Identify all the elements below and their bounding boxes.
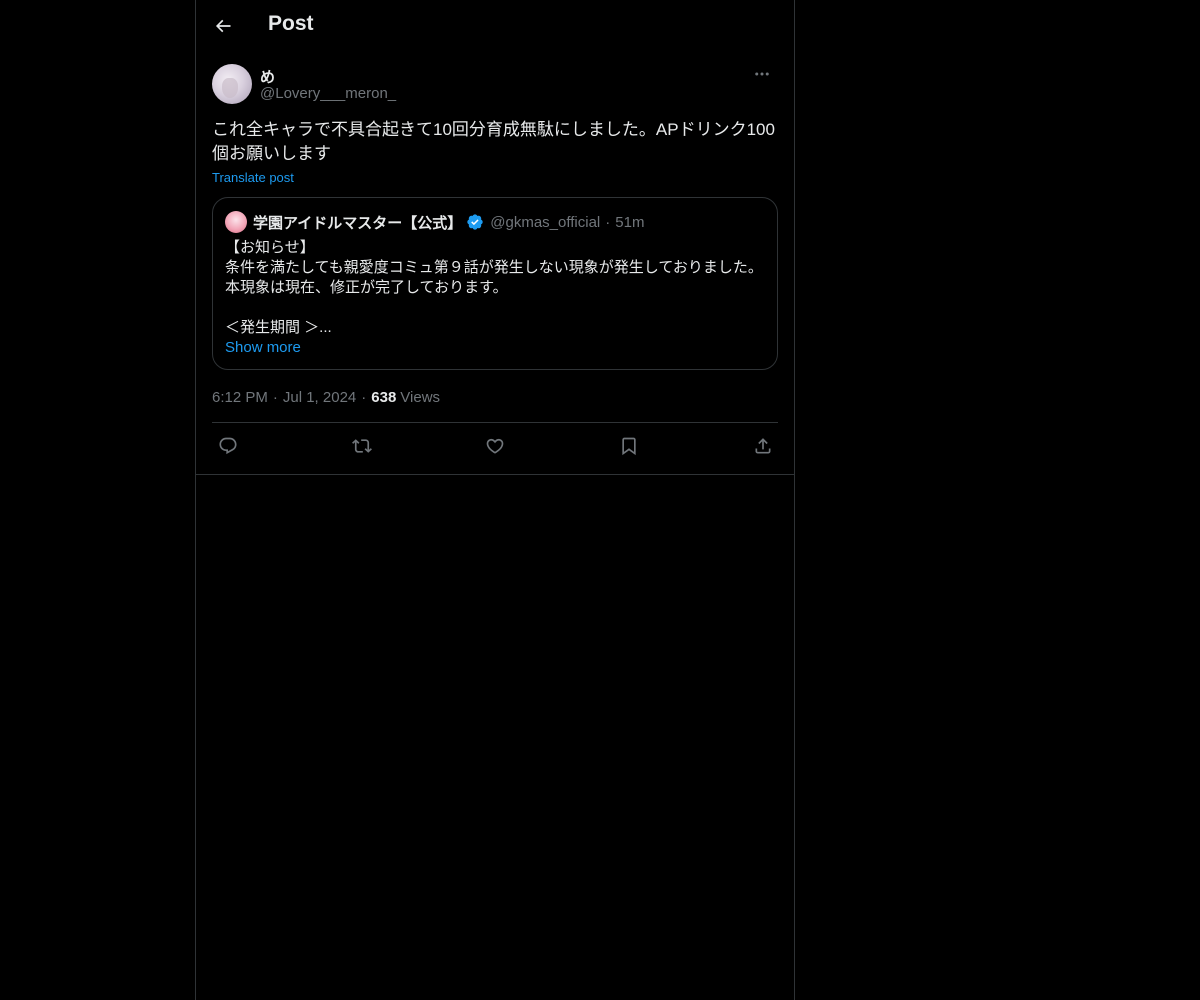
like-icon bbox=[485, 436, 505, 456]
bookmark-button[interactable] bbox=[618, 435, 640, 457]
post-text: これ全キャラで不具合起きて10回分育成無駄にしました。APドリンク100個お願い… bbox=[212, 120, 775, 163]
author-row: め @Lovery___meron_ bbox=[212, 64, 778, 110]
post-time[interactable]: 6:12 PM bbox=[212, 389, 268, 406]
share-button[interactable] bbox=[752, 435, 774, 457]
quote-text: 【お知らせ】 条件を満たしても親愛度コミュ第９話が発生しない現象が発生しておりま… bbox=[225, 238, 765, 338]
quote-line: 条件を満たしても親愛度コミュ第９話が発生しない現象が発生しておりました。 bbox=[225, 259, 763, 276]
quote-line: 【お知らせ】 bbox=[225, 239, 315, 256]
arrow-left-icon bbox=[213, 16, 233, 36]
views-label: Views bbox=[400, 388, 441, 406]
post-meta: 6:12 PM · Jul 1, 2024 · 638 Views bbox=[212, 387, 778, 407]
quote-avatar bbox=[225, 211, 247, 233]
timeline-column: Post め @Lovery___meron_ これ全キャラで不具合起きて10回… bbox=[195, 0, 795, 1000]
quote-timestamp[interactable]: 51m bbox=[615, 214, 644, 231]
divider bbox=[196, 474, 794, 475]
avatar[interactable] bbox=[212, 64, 252, 104]
bookmark-icon bbox=[619, 436, 639, 456]
quote-author-name: 学園アイドルマスター【公式】 bbox=[253, 214, 463, 232]
page-title: Post bbox=[268, 12, 314, 35]
action-bar bbox=[212, 423, 778, 470]
separator-dot: · bbox=[605, 213, 611, 231]
like-button[interactable] bbox=[484, 435, 506, 457]
repost-button[interactable] bbox=[351, 435, 373, 457]
separator-dot: · bbox=[272, 388, 278, 406]
author-name[interactable]: め bbox=[260, 66, 275, 87]
author-handle[interactable]: @Lovery___meron_ bbox=[260, 85, 396, 102]
quote-author-handle: @gkmas_official bbox=[490, 213, 601, 231]
post-date[interactable]: Jul 1, 2024 bbox=[283, 389, 356, 406]
views-count: 638 bbox=[371, 388, 397, 406]
translate-post-link[interactable]: Translate post bbox=[212, 170, 294, 185]
show-more-link[interactable]: Show more bbox=[225, 338, 301, 358]
separator-dot: · bbox=[361, 388, 367, 406]
verified-badge-icon bbox=[466, 213, 484, 231]
quote-header: 学園アイドルマスター【公式】 @gkmas_official · 51m bbox=[225, 210, 765, 234]
reply-icon bbox=[218, 436, 238, 456]
more-button[interactable] bbox=[746, 62, 778, 86]
quote-line bbox=[225, 298, 765, 318]
post-header: Post bbox=[196, 0, 794, 53]
repost-icon bbox=[352, 436, 372, 456]
quoted-post[interactable]: 学園アイドルマスター【公式】 @gkmas_official · 51m 【お知… bbox=[212, 197, 778, 370]
back-button[interactable] bbox=[208, 11, 238, 41]
post: め @Lovery___meron_ これ全キャラで不具合起きて10回分育成無駄… bbox=[196, 64, 794, 470]
quote-line: 本現象は現在、修正が完了しております。 bbox=[225, 279, 508, 296]
share-icon bbox=[753, 436, 773, 456]
reply-button[interactable] bbox=[217, 435, 239, 457]
quote-line: ＜発生期間 ＞... bbox=[225, 319, 332, 336]
more-horizontal-icon bbox=[753, 65, 771, 83]
